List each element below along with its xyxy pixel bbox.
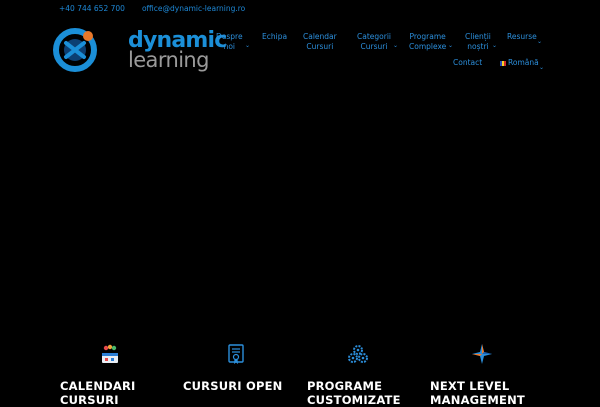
feature-title-line: MANAGEMENT (430, 393, 525, 407)
logo-icon (53, 28, 97, 72)
calendar-people-icon (102, 344, 118, 363)
email-link[interactable]: office@dynamic-learning.ro (142, 4, 245, 13)
feature-next-level-management[interactable]: NEXT LEVEL MANAGEMENT (430, 379, 525, 407)
nav-label: Despre (216, 32, 243, 41)
nav-item-resurse[interactable]: Resurse (507, 32, 537, 42)
feature-title-line: CALENDARI (60, 379, 136, 393)
nav-label: Programe (409, 32, 446, 41)
site-logo[interactable]: dynamic learning (52, 27, 227, 73)
phone-link[interactable]: +40 744 652 700 (59, 4, 125, 13)
feature-title-line: NEXT LEVEL (430, 379, 510, 393)
nav-item-clientii-nostri[interactable]: Clienții noștri (465, 32, 491, 51)
language-label: Română (500, 58, 539, 68)
nav-label: Echipa (262, 32, 288, 41)
chevron-down-icon: ⌄ (393, 42, 399, 49)
logo-text-learning: learning (128, 48, 209, 72)
nav-item-echipa[interactable]: Echipa (262, 32, 287, 42)
nav-label: noștri (467, 41, 489, 51)
nav-label: noi (223, 41, 236, 51)
nav-label: Contact (453, 58, 483, 67)
star-logo-icon (472, 344, 492, 364)
nav-item-categorii-cursuri[interactable]: Categorii Cursuri (357, 32, 391, 51)
nav-label: Clienții (465, 32, 491, 41)
chevron-down-icon: ⌄ (245, 42, 251, 49)
feature-cursuri-open[interactable]: CURSURI OPEN (183, 379, 282, 393)
nav-label: Cursuri (360, 41, 388, 51)
feature-title-line: CURSURI (60, 393, 119, 407)
nav-item-contact[interactable]: Contact (453, 58, 482, 68)
chevron-down-icon: ⌄ (492, 42, 498, 49)
feature-programe-customizate[interactable]: PROGRAME CUSTOMIZATE (307, 379, 401, 407)
nav-label: Complexe (409, 41, 447, 51)
feature-title-line: CUSTOMIZATE (307, 393, 401, 407)
nav-item-calendar-cursuri[interactable]: Calendar Cursuri (303, 32, 337, 51)
chevron-down-icon: ⌄ (539, 64, 545, 71)
nav-label: Resurse (507, 32, 537, 41)
feature-calendari-cursuri[interactable]: CALENDARI CURSURI (60, 379, 136, 407)
feature-title-line: PROGRAME (307, 379, 383, 393)
top-contact-bar: +40 744 652 700 office@dynamic-learning.… (59, 4, 245, 13)
certificate-icon (228, 344, 244, 364)
language-selector[interactable]: Română (500, 58, 539, 68)
chevron-down-icon: ⌄ (537, 38, 543, 45)
nav-item-programe-complexe[interactable]: Programe Complexe (409, 32, 446, 51)
feature-title-line: CURSURI OPEN (183, 379, 283, 393)
nav-label: Calendar (303, 32, 337, 41)
nav-label: Cursuri (306, 41, 334, 51)
gears-icon (348, 345, 368, 363)
nav-item-despre-noi[interactable]: Despre noi (216, 32, 243, 51)
romania-flag-icon (500, 60, 506, 66)
nav-label: Categorii (357, 32, 391, 41)
chevron-down-icon: ⌄ (448, 42, 454, 49)
